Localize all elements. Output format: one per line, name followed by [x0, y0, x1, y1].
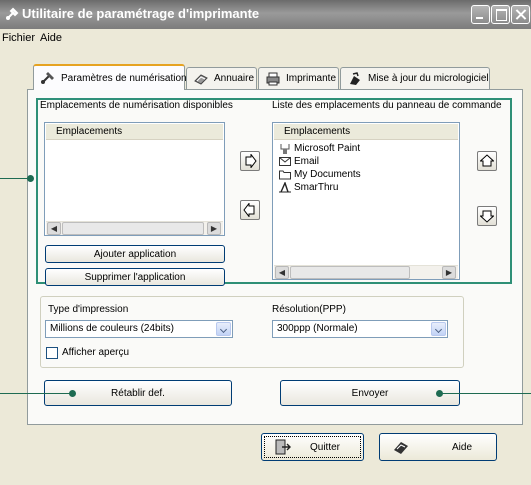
- preview-label: Afficher aperçu: [62, 347, 130, 358]
- tab-scan-settings[interactable]: Paramètres de numérisation: [33, 64, 187, 90]
- list-item[interactable]: My Documents: [279, 168, 361, 181]
- help-label: Aide: [452, 442, 473, 453]
- exit-door-icon: [274, 439, 292, 455]
- close-button[interactable]: [511, 5, 530, 24]
- app-window: Utilitaire de paramétrage d'imprimante F…: [0, 0, 531, 485]
- callout-line: [440, 393, 531, 394]
- horizontal-scrollbar[interactable]: ◀ ▶: [274, 265, 458, 279]
- scan-settings-icon: [40, 71, 56, 85]
- tab-address-book[interactable]: Annuaire: [186, 67, 257, 89]
- smarthru-icon: [279, 181, 291, 193]
- callout-dot: [436, 390, 443, 397]
- move-right-button[interactable]: [240, 151, 260, 171]
- print-type-select[interactable]: Millions de couleurs (24bits): [45, 320, 233, 338]
- printer-icon: [265, 72, 281, 86]
- help-book-icon: [392, 439, 410, 455]
- move-up-button[interactable]: [477, 151, 497, 171]
- tab-label: Imprimante: [286, 73, 337, 84]
- move-down-button[interactable]: [477, 206, 497, 226]
- horizontal-scrollbar[interactable]: ◀ ▶: [46, 221, 223, 235]
- envelope-icon: [279, 156, 291, 167]
- scroll-thumb[interactable]: [290, 266, 410, 279]
- scroll-thumb[interactable]: [62, 222, 204, 235]
- panel-list-label: Liste des emplacements du panneau de com…: [272, 100, 502, 111]
- scroll-left-button[interactable]: ◀: [47, 222, 61, 235]
- firmware-update-icon: [347, 71, 363, 86]
- move-left-button[interactable]: [240, 200, 260, 220]
- tab-firmware-update[interactable]: Mise à jour du micrologiciel: [340, 67, 490, 89]
- resolution-label: Résolution(PPP): [272, 304, 346, 315]
- maximize-button[interactable]: [491, 5, 510, 24]
- list-item[interactable]: Email: [279, 155, 361, 168]
- chevron-down-icon[interactable]: [216, 322, 231, 336]
- preview-checkbox[interactable]: [46, 347, 58, 359]
- title-bar[interactable]: Utilitaire de paramétrage d'imprimante: [0, 0, 531, 29]
- tab-label: Annuaire: [214, 73, 255, 84]
- available-locations-list[interactable]: Emplacements ◀ ▶: [44, 122, 225, 236]
- scroll-left-button[interactable]: ◀: [275, 266, 289, 279]
- quit-label: Quitter: [310, 442, 341, 453]
- tab-label: Paramètres de numérisation: [61, 72, 187, 84]
- scroll-right-button[interactable]: ▶: [207, 222, 221, 235]
- resolution-select[interactable]: 300ppp (Normale): [272, 320, 448, 338]
- callout-dot: [27, 175, 34, 182]
- minimize-button[interactable]: [471, 5, 490, 24]
- app-tool-icon: [4, 6, 20, 22]
- help-button[interactable]: Aide: [379, 433, 497, 461]
- callout-line: [0, 393, 72, 394]
- list-item[interactable]: Microsoft Paint: [279, 142, 361, 155]
- list-column-header[interactable]: Emplacements: [274, 124, 458, 140]
- menu-file[interactable]: Fichier: [2, 32, 35, 44]
- panel-locations-list[interactable]: Emplacements Microsoft Paint Email My Do…: [272, 122, 460, 280]
- folder-icon: [279, 169, 291, 180]
- paint-brush-icon: [279, 143, 291, 154]
- add-application-button[interactable]: Ajouter application: [45, 245, 225, 263]
- callout-line: [0, 178, 30, 179]
- quit-button[interactable]: Quitter: [261, 433, 364, 461]
- available-locations-label: Emplacements de numérisation disponibles: [40, 100, 233, 111]
- address-book-icon: [193, 72, 209, 86]
- tab-printer[interactable]: Imprimante: [258, 67, 339, 89]
- print-type-label: Type d'impression: [48, 304, 129, 315]
- panel-items: Microsoft Paint Email My Documents SmarT…: [279, 142, 361, 194]
- scroll-right-button[interactable]: ▶: [442, 266, 456, 279]
- window-title: Utilitaire de paramétrage d'imprimante: [22, 6, 260, 21]
- menu-help[interactable]: Aide: [40, 32, 62, 44]
- list-column-header[interactable]: Emplacements: [46, 124, 223, 140]
- send-button[interactable]: Envoyer: [280, 380, 460, 406]
- remove-application-button[interactable]: Supprimer l'application: [45, 268, 225, 286]
- menu-bar: Fichier Aide: [0, 29, 531, 47]
- chevron-down-icon[interactable]: [431, 322, 446, 336]
- list-item[interactable]: SmarThru: [279, 181, 361, 194]
- callout-dot: [69, 390, 76, 397]
- tab-label: Mise à jour du micrologiciel: [368, 73, 489, 84]
